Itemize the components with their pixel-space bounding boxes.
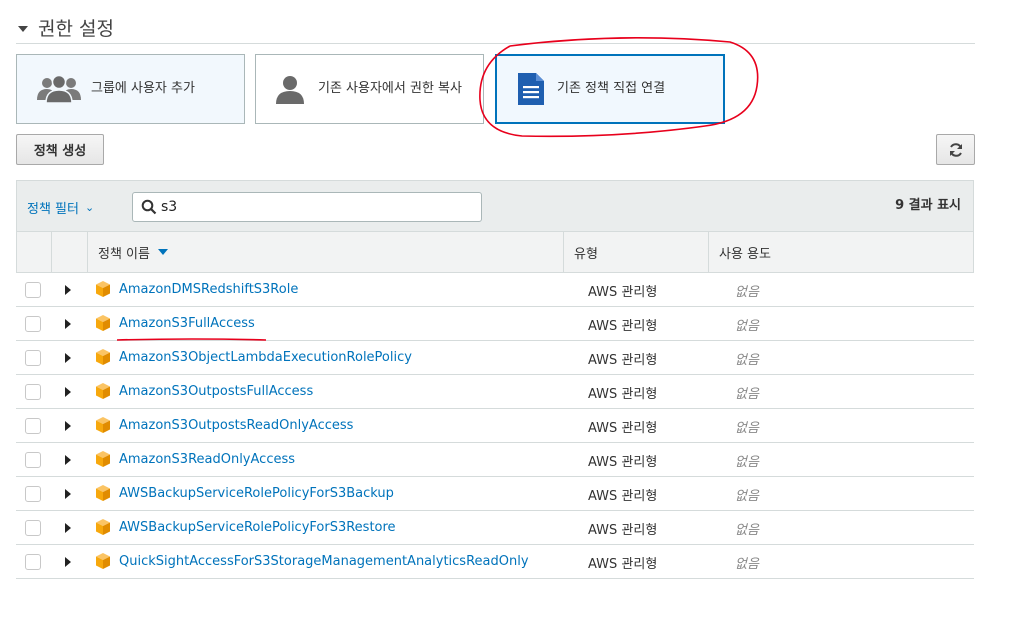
table-body: AmazonDMSRedshiftS3Role AWS 관리형 없음 AmazonS3… bbox=[16, 273, 974, 579]
sort-desc-icon[interactable] bbox=[157, 249, 168, 255]
document-icon bbox=[511, 72, 551, 106]
collapse-caret-icon[interactable] bbox=[18, 25, 28, 32]
row-checkbox[interactable] bbox=[25, 384, 41, 400]
policy-usage: 없음 bbox=[735, 353, 759, 368]
policy-filter-dropdown[interactable]: 정책 필터 ⌄ bbox=[27, 198, 94, 217]
row-checkbox[interactable] bbox=[25, 554, 41, 570]
option-attach-policies[interactable]: 기존 정책 직접 연결 bbox=[495, 54, 725, 124]
policy-cube-icon bbox=[96, 383, 110, 399]
expand-row-icon[interactable] bbox=[65, 489, 71, 499]
policy-cube-icon bbox=[96, 281, 110, 297]
policy-name-link[interactable]: AWSBackupServiceRolePolicyForS3Restore bbox=[119, 520, 396, 535]
search-box[interactable] bbox=[132, 192, 482, 222]
search-input[interactable] bbox=[161, 199, 471, 215]
refresh-button[interactable] bbox=[936, 134, 975, 165]
create-policy-button[interactable]: 정책 생성 bbox=[16, 134, 104, 165]
policies-table: 정책 이름 유형 사용 용도 AmazonDMSRedshiftS3Role AW… bbox=[16, 231, 974, 579]
option-label: 기존 사용자에서 권한 복사 bbox=[318, 81, 462, 96]
policy-type: AWS 관리형 bbox=[588, 353, 658, 368]
policy-usage: 없음 bbox=[735, 421, 759, 436]
expand-row-icon[interactable] bbox=[65, 455, 71, 465]
policy-cube-icon bbox=[96, 519, 110, 535]
expand-row-icon[interactable] bbox=[65, 421, 71, 431]
policy-cube-icon bbox=[96, 485, 110, 501]
policy-name-link[interactable]: AmazonS3ObjectLambdaExecutionRolePolicy bbox=[119, 350, 412, 365]
permissions-section-header[interactable]: 권한 설정 bbox=[16, 12, 975, 44]
expand-column bbox=[51, 232, 87, 272]
column-usage[interactable]: 사용 용도 bbox=[708, 232, 974, 272]
policy-type: AWS 관리형 bbox=[588, 557, 658, 572]
policy-filter-label: 정책 필터 bbox=[27, 202, 79, 217]
policy-usage: 없음 bbox=[735, 285, 759, 300]
policy-name-link[interactable]: AmazonS3FullAccess bbox=[119, 316, 255, 331]
table-row[interactable]: AmazonDMSRedshiftS3Role AWS 관리형 없음 bbox=[16, 273, 974, 307]
users-group-icon bbox=[29, 74, 89, 104]
expand-row-icon[interactable] bbox=[65, 557, 71, 567]
policy-type: AWS 관리형 bbox=[588, 285, 658, 300]
expand-row-icon[interactable] bbox=[65, 353, 71, 363]
result-count: 9 결과 표시 bbox=[895, 198, 961, 213]
table-row[interactable]: AmazonS3OutpostsFullAccess AWS 관리형 없음 bbox=[16, 375, 974, 409]
policy-name-link[interactable]: AmazonS3OutpostsFullAccess bbox=[119, 384, 313, 399]
table-row[interactable]: AmazonS3ObjectLambdaExecutionRolePolicy A… bbox=[16, 341, 974, 375]
policy-cube-icon bbox=[96, 349, 110, 365]
policy-name-link[interactable]: AWSBackupServiceRolePolicyForS3Backup bbox=[119, 486, 394, 501]
row-checkbox[interactable] bbox=[25, 316, 41, 332]
column-label: 정책 이름 bbox=[98, 246, 150, 262]
table-row[interactable]: AWSBackupServiceRolePolicyForS3Restore AW… bbox=[16, 511, 974, 545]
table-row[interactable]: AWSBackupServiceRolePolicyForS3Backup AWS… bbox=[16, 477, 974, 511]
column-type[interactable]: 유형 bbox=[563, 232, 708, 272]
policy-usage: 없음 bbox=[735, 523, 759, 538]
policy-type: AWS 관리형 bbox=[588, 421, 658, 436]
policy-type: AWS 관리형 bbox=[588, 523, 658, 538]
refresh-icon bbox=[949, 142, 962, 157]
policy-type: AWS 관리형 bbox=[588, 455, 658, 470]
policy-name-link[interactable]: QuickSightAccessForS3StorageManagementAn… bbox=[119, 554, 529, 569]
policy-usage: 없음 bbox=[735, 387, 759, 402]
expand-row-icon[interactable] bbox=[65, 387, 71, 397]
user-icon bbox=[270, 74, 310, 104]
search-icon bbox=[141, 199, 157, 215]
row-checkbox[interactable] bbox=[25, 486, 41, 502]
policy-name-link[interactable]: AmazonS3OutpostsReadOnlyAccess bbox=[119, 418, 353, 433]
table-row[interactable]: QuickSightAccessForS3StorageManagementAn… bbox=[16, 545, 974, 579]
policy-usage: 없음 bbox=[735, 489, 759, 504]
policy-usage: 없음 bbox=[735, 557, 759, 572]
column-label: 사용 용도 bbox=[719, 246, 771, 262]
policy-cube-icon bbox=[96, 553, 110, 569]
select-all-column bbox=[17, 232, 51, 272]
option-copy-permissions[interactable]: 기존 사용자에서 권한 복사 bbox=[255, 54, 484, 124]
row-checkbox[interactable] bbox=[25, 452, 41, 468]
table-row[interactable]: AmazonS3FullAccess AWS 관리형 없음 bbox=[16, 307, 974, 341]
row-checkbox[interactable] bbox=[25, 282, 41, 298]
policy-type: AWS 관리형 bbox=[588, 319, 658, 334]
expand-row-icon[interactable] bbox=[65, 285, 71, 295]
section-title: 권한 설정 bbox=[38, 18, 114, 40]
chevron-down-icon: ⌄ bbox=[84, 201, 95, 214]
policy-cube-icon bbox=[96, 417, 110, 433]
expand-row-icon[interactable] bbox=[65, 523, 71, 533]
expand-row-icon[interactable] bbox=[65, 319, 71, 329]
option-label: 그룹에 사용자 추가 bbox=[91, 81, 195, 96]
policy-name-link[interactable]: AmazonDMSRedshiftS3Role bbox=[119, 282, 298, 297]
column-policy-name[interactable]: 정책 이름 bbox=[87, 232, 563, 272]
row-checkbox[interactable] bbox=[25, 350, 41, 366]
policy-cube-icon bbox=[96, 451, 110, 467]
filter-bar: 정책 필터 ⌄ 9 결과 표시 bbox=[16, 180, 974, 232]
column-label: 유형 bbox=[574, 246, 598, 262]
policy-type: AWS 관리형 bbox=[588, 387, 658, 402]
table-row[interactable]: AmazonS3ReadOnlyAccess AWS 관리형 없음 bbox=[16, 443, 974, 477]
policy-cube-icon bbox=[96, 315, 110, 331]
policy-usage: 없음 bbox=[735, 455, 759, 470]
policy-usage: 없음 bbox=[735, 319, 759, 334]
row-checkbox[interactable] bbox=[25, 520, 41, 536]
option-add-to-group[interactable]: 그룹에 사용자 추가 bbox=[16, 54, 245, 124]
policy-type: AWS 관리형 bbox=[588, 489, 658, 504]
option-label: 기존 정책 직접 연결 bbox=[557, 81, 666, 96]
policy-name-link[interactable]: AmazonS3ReadOnlyAccess bbox=[119, 452, 295, 467]
row-checkbox[interactable] bbox=[25, 418, 41, 434]
table-row[interactable]: AmazonS3OutpostsReadOnlyAccess AWS 관리형 없음 bbox=[16, 409, 974, 443]
table-header: 정책 이름 유형 사용 용도 bbox=[16, 231, 974, 273]
